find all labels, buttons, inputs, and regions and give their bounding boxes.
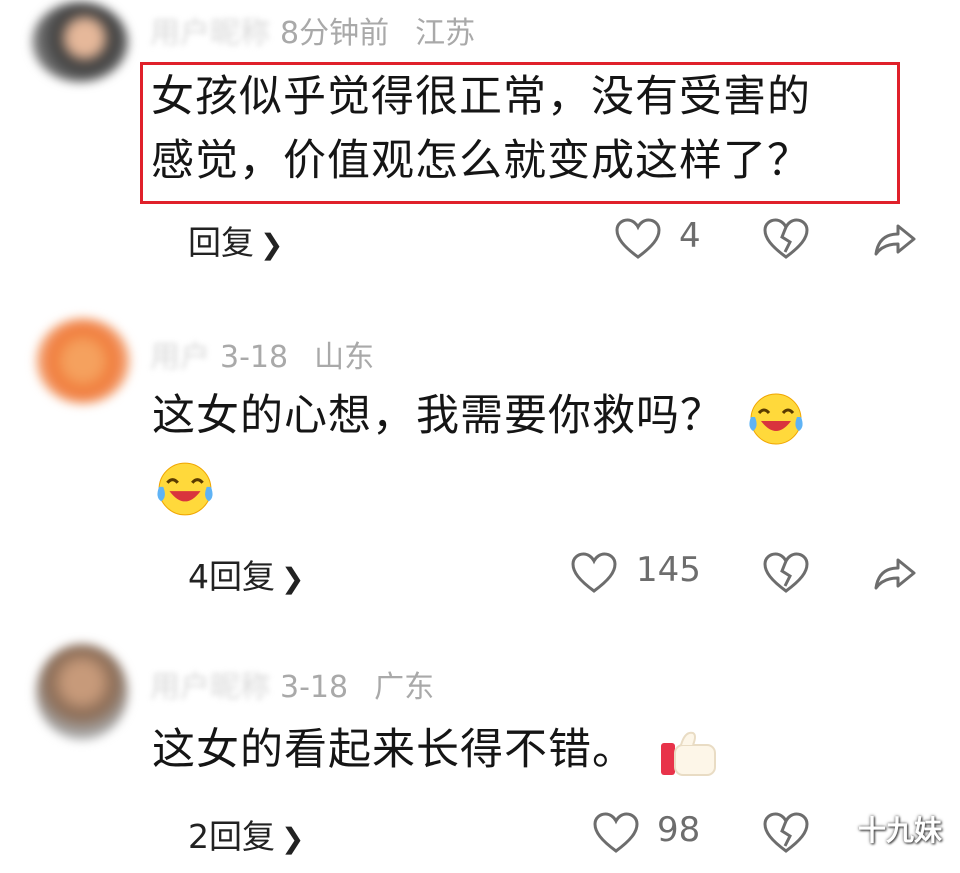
comment-meta: 用户昵称 3-18 广东 <box>150 662 434 706</box>
laughing-crying-emoji <box>749 393 803 444</box>
reply-label: 4回复 <box>188 557 275 596</box>
heart-outline-icon[interactable] <box>571 552 617 594</box>
comment-actions: 4回复 ❯ 145 <box>0 546 960 598</box>
comment-text: 女孩似乎觉得很正常，没有受害的 感觉，价值观怎么就变成这样了？ <box>140 62 900 204</box>
chevron-right-icon: ❯ <box>260 228 284 261</box>
broken-heart-icon[interactable] <box>763 552 809 594</box>
comment-meta: 用户昵称 8分钟前 江苏 <box>150 8 475 52</box>
comment-location: 山东 <box>314 340 375 375</box>
reply-button[interactable]: 4回复 ❯ <box>188 550 304 598</box>
heart-outline-icon[interactable] <box>615 218 661 260</box>
chevron-right-icon: ❯ <box>281 562 305 595</box>
comment-time: 3-18 <box>280 670 349 705</box>
reply-button[interactable]: 2回复 ❯ <box>188 810 304 858</box>
avatar[interactable] <box>32 2 128 82</box>
share-arrow-icon[interactable] <box>872 552 918 594</box>
user-name[interactable]: 用户昵称 <box>150 662 270 706</box>
comment-text-line: 感觉，价值观怎么就变成这样了？ <box>151 136 811 186</box>
comment-text: 这女的看起来长得不错。 <box>152 718 892 782</box>
chevron-right-icon: ❯ <box>281 822 305 855</box>
comment-text-line: 这女的心想，我需要你救吗？ <box>152 391 724 441</box>
reply-label: 回复 <box>188 223 254 262</box>
broken-heart-icon[interactable] <box>763 812 809 854</box>
comment-time: 8分钟前 <box>280 16 390 51</box>
avatar[interactable] <box>36 644 128 740</box>
share-arrow-icon[interactable] <box>872 218 918 260</box>
like-count: 145 <box>636 550 701 590</box>
user-name[interactable]: 用户昵称 <box>150 8 270 52</box>
comment-text-line: 女孩似乎觉得很正常，没有受害的 <box>151 72 811 122</box>
comment-location: 江苏 <box>415 16 476 51</box>
laughing-crying-emoji <box>157 462 213 515</box>
comment-text-line: 这女的看起来长得不错。 <box>152 725 636 775</box>
watermark-label: 十九妹 <box>857 814 942 847</box>
comment-time: 3-18 <box>220 340 289 375</box>
like-count: 98 <box>657 810 701 850</box>
comment-location: 广东 <box>374 670 435 705</box>
reply-label: 2回复 <box>188 817 275 856</box>
heart-outline-icon[interactable] <box>593 812 639 854</box>
comment-actions: 2回复 ❯ 98 <box>0 806 960 858</box>
comment-text: 这女的心想，我需要你救吗？ <box>152 384 892 518</box>
comment-meta: 用户 3-18 山东 <box>150 332 374 376</box>
reply-button[interactable]: 回复 ❯ <box>188 216 283 264</box>
broken-heart-icon[interactable] <box>763 218 809 260</box>
thumbs-up-emoji <box>660 731 716 776</box>
comment-actions: 回复 ❯ 4 <box>0 212 960 264</box>
avatar[interactable] <box>36 318 130 404</box>
like-count: 4 <box>679 216 701 256</box>
user-name[interactable]: 用户 <box>150 332 210 376</box>
